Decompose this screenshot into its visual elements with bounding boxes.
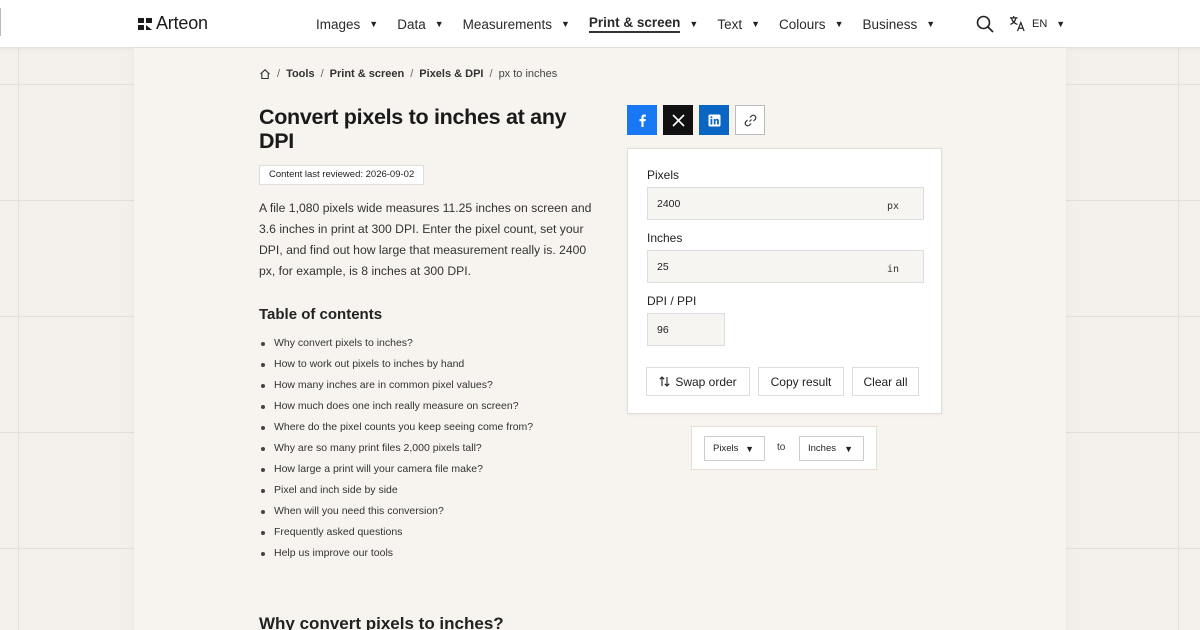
menu-item-data[interactable]: Data ▼ xyxy=(397,17,443,32)
breadcrumb-separator: / xyxy=(320,68,324,80)
to-unit-select[interactable]: Inches ▼ xyxy=(799,436,864,461)
swap-order-label: Swap order xyxy=(675,374,737,389)
toc-item[interactable]: Why are so many print files 2,000 pixels… xyxy=(259,438,533,459)
toc-item[interactable]: Where do the pixel counts you keep seein… xyxy=(259,417,533,438)
search-icon[interactable] xyxy=(976,15,994,33)
copy-result-button[interactable]: Copy result xyxy=(758,367,844,396)
pixels-label: Pixels xyxy=(647,168,680,182)
toc-title: Table of contents xyxy=(259,306,383,323)
from-unit-value: Pixels xyxy=(713,443,739,454)
copy-result-label: Copy result xyxy=(770,374,832,389)
link-icon xyxy=(744,114,756,126)
chevron-down-icon: ▼ xyxy=(1056,18,1066,29)
linkedin-icon xyxy=(708,114,720,126)
unit-selector: Pixels ▼ to Inches ▼ xyxy=(691,426,877,470)
share-x-button[interactable] xyxy=(663,105,693,135)
toc-item[interactable]: How much does one inch really measure on… xyxy=(259,396,533,417)
inches-input[interactable] xyxy=(648,251,923,282)
toc-item[interactable]: When will you need this conversion? xyxy=(259,501,533,522)
intro-paragraph: A file 1,080 pixels wide measures 11.25 … xyxy=(259,201,592,278)
breadcrumb-separator: / xyxy=(410,68,414,80)
menu-item-images[interactable]: Images ▼ xyxy=(316,17,378,32)
section-heading: Why convert pixels to inches? xyxy=(259,614,504,630)
reviewed-badge: Content last reviewed: 2026-09-02 xyxy=(259,165,425,185)
toc-item[interactable]: How many inches are in common pixel valu… xyxy=(259,375,533,396)
dpi-field-wrapper xyxy=(647,313,725,346)
facebook-icon xyxy=(639,114,646,127)
toc-item[interactable]: How to work out pixels to inches by hand xyxy=(259,354,533,375)
toc-item[interactable]: Why convert pixels to inches? xyxy=(259,333,533,354)
swap-icon xyxy=(659,376,670,387)
clear-all-label: Clear all xyxy=(863,374,908,389)
breadcrumb-link-tools[interactable]: Tools xyxy=(286,68,315,80)
swap-order-button[interactable]: Swap order xyxy=(646,367,750,396)
pixels-field-wrapper: px xyxy=(647,187,924,220)
window-edge xyxy=(0,8,1,36)
table-of-contents: Why convert pixels to inches? How to wor… xyxy=(259,333,533,564)
language-code: EN xyxy=(1032,17,1048,30)
chevron-down-icon: ▼ xyxy=(560,19,570,29)
menu-item-measurements[interactable]: Measurements ▼ xyxy=(463,17,570,32)
toc-item[interactable]: Frequently asked questions xyxy=(259,522,533,543)
menu-item-print-screen[interactable]: Print & screen ▼ xyxy=(588,15,699,33)
clear-all-button[interactable]: Clear all xyxy=(852,367,919,396)
to-unit-value: Inches xyxy=(808,443,836,454)
breadcrumb-current: px to inches xyxy=(498,68,558,80)
menu-item-text[interactable]: Text ▼ xyxy=(717,17,760,32)
menu-item-business[interactable]: Business ▼ xyxy=(862,17,935,32)
toc-item[interactable]: How large a print will your camera file … xyxy=(259,459,533,480)
copy-link-button[interactable] xyxy=(735,105,765,135)
home-icon[interactable] xyxy=(259,68,271,80)
breadcrumb-separator: / xyxy=(277,68,281,80)
top-navigation: Arteon Images ▼ Data ▼ Measurements ▼ Print… xyxy=(0,0,1200,48)
chevron-down-icon: ▼ xyxy=(689,19,699,29)
page-title: Convert pixels to inches at any DPI xyxy=(259,105,567,153)
brand-name: Arteon xyxy=(156,13,208,33)
chevron-down-icon: ▼ xyxy=(926,19,936,29)
language-selector[interactable]: EN ▼ xyxy=(1009,15,1065,32)
breadcrumb-link-pixels-dpi[interactable]: Pixels & DPI xyxy=(419,68,483,80)
content-panel: / Tools / Print & screen / Pixels & DPI … xyxy=(134,48,1066,630)
menu-item-colours[interactable]: Colours ▼ xyxy=(779,17,843,32)
to-label: to xyxy=(777,442,786,453)
inches-unit: in xyxy=(886,264,899,275)
inches-field-wrapper: in xyxy=(647,250,924,283)
chevron-down-icon: ▼ xyxy=(834,19,844,29)
translate-icon xyxy=(1009,15,1025,32)
dpi-input[interactable] xyxy=(648,314,724,345)
share-linkedin-button[interactable] xyxy=(699,105,729,135)
x-icon xyxy=(671,113,685,127)
converter-card: Pixels px Inches in DPI / PPI Swap order… xyxy=(627,148,942,414)
inches-label: Inches xyxy=(647,231,683,245)
breadcrumb-separator: / xyxy=(489,68,493,80)
chevron-down-icon: ▼ xyxy=(369,19,379,29)
breadcrumb-link-print-screen[interactable]: Print & screen xyxy=(330,68,405,80)
chevron-down-icon: ▼ xyxy=(434,19,444,29)
share-buttons xyxy=(627,105,765,135)
brand-logo-icon xyxy=(138,17,152,30)
main-menu: Images ▼ Data ▼ Measurements ▼ Print & scre… xyxy=(316,0,954,48)
toc-item[interactable]: Pixel and inch side by side xyxy=(259,480,533,501)
toc-item[interactable]: Help us improve our tools xyxy=(259,543,533,564)
pixels-input[interactable] xyxy=(648,188,923,219)
chevron-down-icon: ▼ xyxy=(751,19,761,29)
chevron-down-icon: ▼ xyxy=(745,443,754,454)
brand-logo[interactable]: Arteon xyxy=(137,13,208,34)
from-unit-select[interactable]: Pixels ▼ xyxy=(704,436,765,461)
dpi-label: DPI / PPI xyxy=(647,294,697,308)
chevron-down-icon: ▼ xyxy=(844,443,853,454)
breadcrumb: / Tools / Print & screen / Pixels & DPI … xyxy=(259,68,557,80)
share-facebook-button[interactable] xyxy=(627,105,657,135)
pixels-unit: px xyxy=(886,201,899,212)
